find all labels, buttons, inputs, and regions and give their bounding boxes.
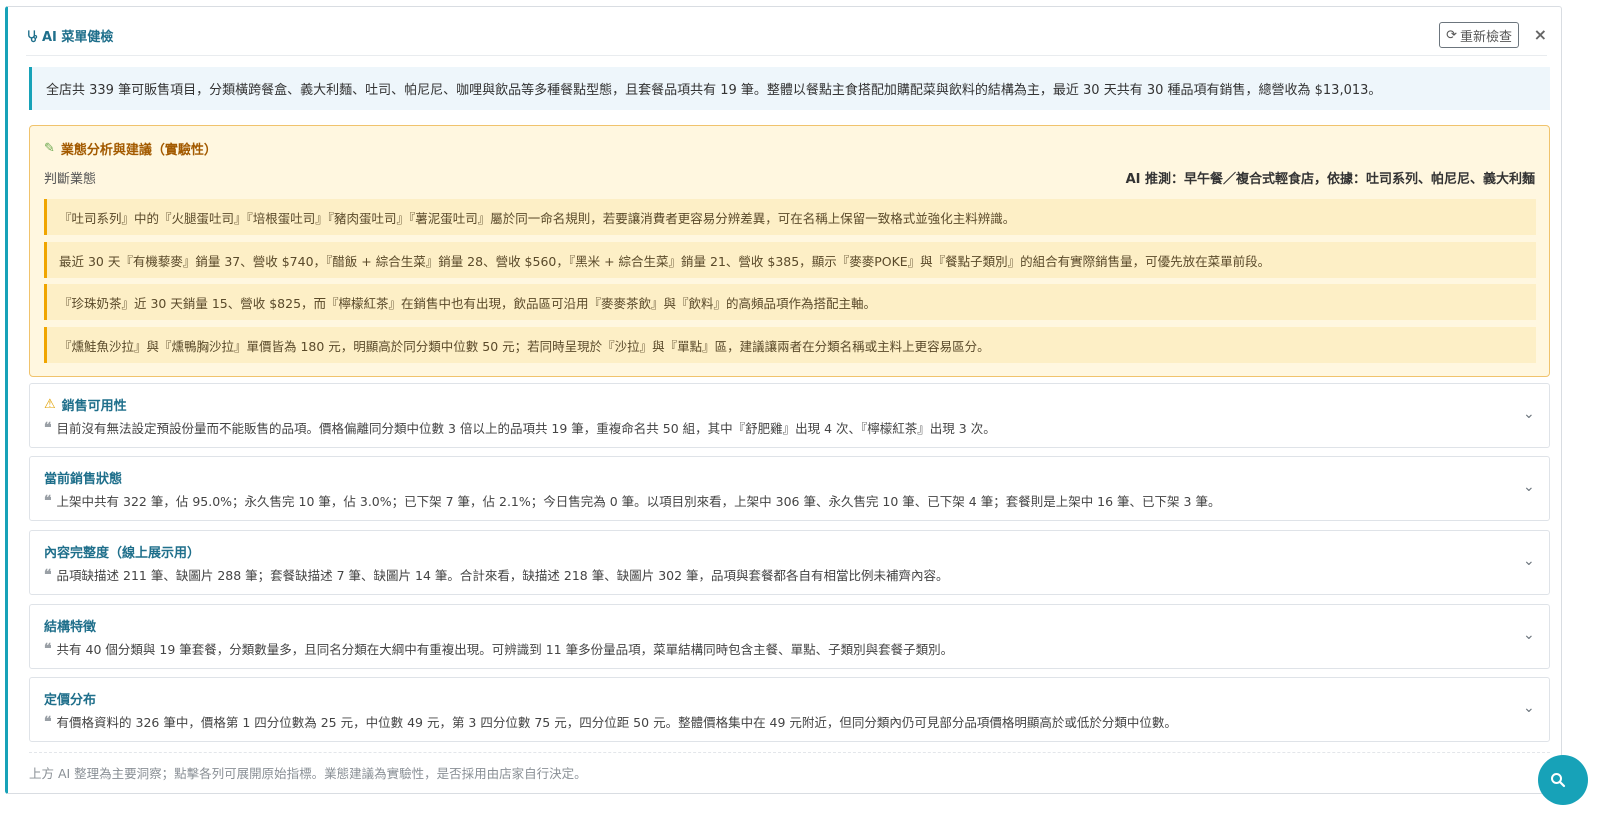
section-desc: ❝ 目前沒有無法設定預設份量而不能販售的品項。價格偏離同分類中位數 3 倍以上的… xyxy=(44,418,996,437)
judge-label: 判斷業態 xyxy=(44,172,97,187)
section-structure-features[interactable]: 結構特徵 ❝ 共有 40 個分類與 19 筆套餐，分類數量多，且同名分類在大綱中… xyxy=(29,604,1550,669)
chevron-down-icon[interactable]: ⌄ xyxy=(1523,479,1537,495)
panel-title-text: AI 菜單健檢 xyxy=(42,30,114,45)
chevron-down-icon[interactable]: ⌄ xyxy=(1523,627,1537,643)
section-desc-text: 上架中共有 322 筆，佔 95.0%；永久售完 10 筆，佔 3.0%；已下架… xyxy=(56,494,1221,509)
pencil-icon: ✎ xyxy=(44,141,55,156)
section-title: 結構特徵 xyxy=(44,616,96,635)
section-desc-text: 共有 40 個分類與 19 筆套餐，分類數量多，且同名分類在大綱中有重複出現。可… xyxy=(56,642,954,657)
suggestion-item: 『燻鮭魚沙拉』與『燻鴨胸沙拉』單價皆為 180 元，明顯高於同分類中位數 50 … xyxy=(44,327,1536,363)
summary-box: 全店共 339 筆可販售項目，分類橫跨餐盒、義大利麵、吐司、帕尼尼、咖哩與飲品等… xyxy=(29,67,1550,110)
section-current-sales-status[interactable]: 當前銷售狀態 ❝ 上架中共有 322 筆，佔 95.0%；永久售完 10 筆，佔… xyxy=(29,456,1550,521)
section-title-text: 當前銷售狀態 xyxy=(44,472,123,487)
section-title-text: 定價分布 xyxy=(44,693,97,708)
section-desc-text: 目前沒有無法設定預設份量而不能販售的品項。價格偏離同分類中位數 3 倍以上的品項… xyxy=(56,421,996,436)
suggestion-item: 『珍珠奶茶』近 30 天銷量 15、營收 $825，而『檸檬紅茶』在銷售中也有出… xyxy=(44,284,1536,320)
section-desc: ❝ 共有 40 個分類與 19 筆套餐，分類數量多，且同名分類在大綱中有重複出現… xyxy=(44,639,953,658)
section-title-text: 銷售可用性 xyxy=(61,399,127,414)
quote-icon: ❝ xyxy=(44,419,52,436)
section-title: 當前銷售狀態 xyxy=(44,468,122,487)
search-icon xyxy=(1551,773,1566,788)
section-desc-text: 有價格資料的 326 筆中，價格第 1 四分位數為 25 元，中位數 49 元，… xyxy=(56,715,1177,730)
suggestion-item: 『吐司系列』中的『火腿蛋吐司』『培根蛋吐司』『豬肉蛋吐司』『薯泥蛋吐司』屬於同一… xyxy=(44,199,1536,235)
section-title: ⚠ 銷售可用性 xyxy=(44,395,127,414)
section-title: 定價分布 xyxy=(44,689,96,708)
section-desc: ❝ 有價格資料的 326 筆中，價格第 1 四分位數為 25 元，中位數 49 … xyxy=(44,712,1177,731)
section-desc: ❝ 上架中共有 322 筆，佔 95.0%；永久售完 10 筆，佔 3.0%；已… xyxy=(44,491,1220,510)
business-title: ✎ 業態分析與建議（實驗性） xyxy=(44,139,217,158)
menu-health-panel: AI 菜單健檢 ⟳ 重新檢查 × 全店共 339 筆可販售項目，分類橫跨餐盒、義… xyxy=(5,6,1562,794)
quote-icon: ❝ xyxy=(44,640,52,657)
chevron-down-icon[interactable]: ⌄ xyxy=(1523,700,1537,716)
stethoscope-icon xyxy=(28,29,38,42)
panel-header: AI 菜單健檢 ⟳ 重新檢查 × xyxy=(26,22,1547,56)
section-title-text: 內容完整度（線上展示用） xyxy=(44,546,201,561)
warning-icon: ⚠ xyxy=(44,397,56,412)
footer-divider xyxy=(29,752,1550,753)
footer-note: 上方 AI 整理為主要洞察；點擊各列可展開原始指標。業態建議為實驗性，是否採用由… xyxy=(29,766,587,781)
suggestion-item: 最近 30 天『有機藜麥』銷量 37、營收 $740，『醋飯 + 綜合生菜』銷量… xyxy=(44,242,1536,278)
recheck-button[interactable]: ⟳ 重新檢查 xyxy=(1439,22,1519,48)
quote-icon: ❝ xyxy=(44,566,52,583)
close-icon[interactable]: × xyxy=(1534,25,1547,44)
section-desc-text: 品項缺描述 211 筆、缺圖片 288 筆；套餐缺描述 7 筆、缺圖片 14 筆… xyxy=(56,568,949,583)
section-pricing-distribution[interactable]: 定價分布 ❝ 有價格資料的 326 筆中，價格第 1 四分位數為 25 元，中位… xyxy=(29,677,1550,742)
business-analysis-box: ✎ 業態分析與建議（實驗性） 判斷業態 AI 推測：早午餐／複合式輕食店，依據：… xyxy=(29,125,1550,377)
chevron-down-icon[interactable]: ⌄ xyxy=(1523,553,1537,569)
quote-icon: ❝ xyxy=(44,713,52,730)
refresh-icon: ⟳ xyxy=(1446,27,1457,43)
recheck-button-label: 重新檢查 xyxy=(1459,29,1512,45)
business-title-text: 業態分析與建議（實驗性） xyxy=(60,143,217,158)
section-title: 內容完整度（線上展示用） xyxy=(44,542,200,561)
section-title-text: 結構特徵 xyxy=(44,620,97,635)
panel-title: AI 菜單健檢 xyxy=(26,26,113,45)
section-desc: ❝ 品項缺描述 211 筆、缺圖片 288 筆；套餐缺描述 7 筆、缺圖片 14… xyxy=(44,565,949,584)
quote-icon: ❝ xyxy=(44,492,52,509)
chevron-down-icon[interactable]: ⌄ xyxy=(1523,406,1537,422)
section-content-completeness[interactable]: 內容完整度（線上展示用） ❝ 品項缺描述 211 筆、缺圖片 288 筆；套餐缺… xyxy=(29,530,1550,595)
search-fab-button[interactable] xyxy=(1538,755,1588,805)
section-sales-availability[interactable]: ⚠ 銷售可用性 ❝ 目前沒有無法設定預設份量而不能販售的品項。價格偏離同分類中位… xyxy=(29,383,1550,448)
judge-value: AI 推測：早午餐／複合式輕食店，依據：吐司系列、帕尼尼、義大利麵 xyxy=(1125,172,1535,187)
